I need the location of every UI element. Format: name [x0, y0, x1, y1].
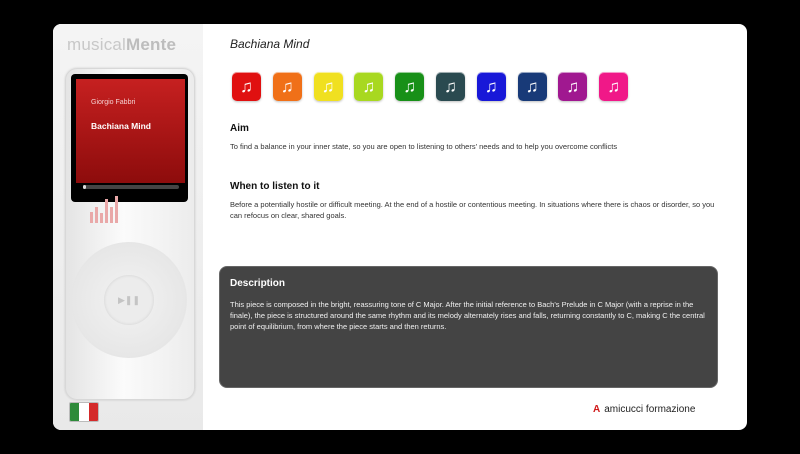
equalizer-bar [100, 213, 103, 223]
music-note-icon: ♫ [321, 76, 335, 96]
track-button-1[interactable]: ♫ [232, 72, 261, 101]
when-text: Before a potentially hostile or difficul… [230, 200, 715, 220]
when-heading: When to listen to it [230, 181, 320, 192]
equalizer-bar [115, 195, 118, 223]
track-button-3[interactable]: ♫ [313, 72, 343, 101]
flag-stripe [88, 403, 98, 421]
progress-bar[interactable] [83, 185, 179, 189]
play-pause-button[interactable]: ▶❚❚ [104, 275, 154, 325]
equalizer-bar [110, 207, 113, 223]
play-pause-icon: ▶❚❚ [117, 294, 140, 305]
brand-name: amicucci formazione [604, 404, 696, 415]
music-note-icon: ♫ [403, 76, 417, 96]
equalizer-bar [95, 207, 98, 223]
page-title: Bachiana Mind [230, 37, 310, 51]
music-note-icon: ♫ [566, 76, 580, 96]
track-button-8[interactable]: ♫ [517, 72, 547, 101]
app-logo: musicalMente [67, 35, 177, 54]
brand-footer: A amicucci formazione [593, 404, 695, 415]
equalizer-bar [90, 211, 93, 223]
main-card: musicalMente Giorgio Fabbri Bachiana Min… [53, 24, 747, 430]
description-panel: Description This piece is composed in th… [219, 266, 718, 388]
flag-stripe [79, 403, 89, 421]
music-note-icon: ♫ [280, 76, 294, 96]
track-button-4[interactable]: ♫ [354, 72, 384, 101]
player-screen: Giorgio Fabbri Bachiana Mind [76, 79, 185, 183]
music-note-icon: ♫ [444, 76, 457, 96]
song-title: Bachiana Mind [91, 121, 151, 131]
track-button-6[interactable]: ♫ [436, 72, 465, 101]
music-note-icon: ♫ [240, 76, 253, 96]
aim-text: To find a balance in your inner state, s… [230, 142, 618, 151]
aim-heading: Aim [230, 123, 249, 134]
track-button-2[interactable]: ♫ [272, 72, 302, 101]
equalizer-bars [90, 191, 120, 223]
music-note-icon: ♫ [362, 76, 376, 96]
artist-name: Giorgio Fabbri [91, 99, 136, 106]
track-button-5[interactable]: ♫ [395, 72, 425, 101]
player-panel: musicalMente Giorgio Fabbri Bachiana Min… [53, 24, 203, 430]
music-note-icon: ♫ [525, 76, 539, 96]
brand-logo-icon: A [593, 404, 601, 415]
description-text: This piece is composed in the bright, re… [230, 300, 705, 331]
music-player: Giorgio Fabbri Bachiana Mind ▶❚❚ [65, 68, 195, 400]
italy-flag-icon[interactable] [69, 402, 99, 422]
track-button-7[interactable]: ♫ [476, 72, 506, 101]
music-note-icon: ♫ [607, 76, 621, 96]
flag-stripe [70, 403, 80, 421]
click-wheel[interactable]: ▶❚❚ [71, 242, 187, 358]
track-button-9[interactable]: ♫ [558, 72, 588, 101]
music-note-icon: ♫ [484, 76, 498, 96]
description-heading: Description [230, 278, 286, 289]
progress-fill [83, 185, 86, 189]
track-button-10[interactable]: ♫ [599, 72, 629, 101]
equalizer-bar [105, 199, 108, 223]
